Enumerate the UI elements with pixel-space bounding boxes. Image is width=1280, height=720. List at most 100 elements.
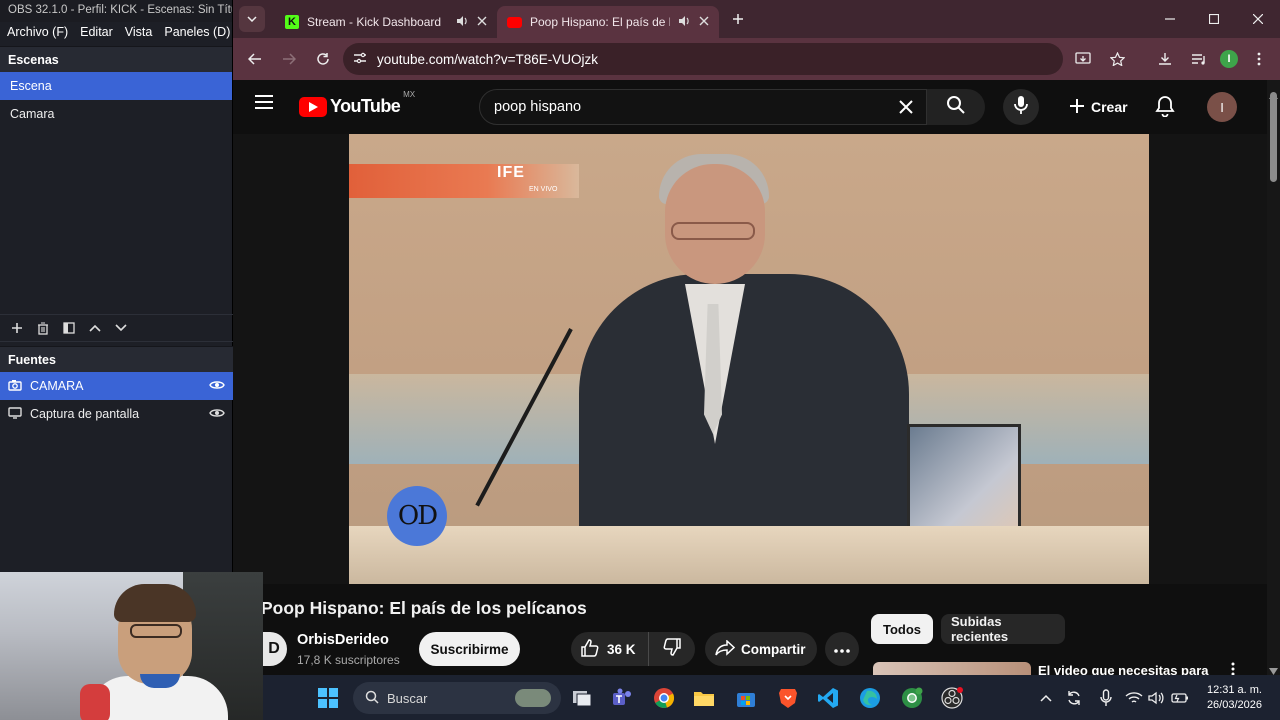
- obs-icon[interactable]: [939, 685, 965, 711]
- back-icon[interactable]: [241, 45, 269, 73]
- microphone-tray-icon[interactable]: [1093, 685, 1119, 711]
- task-view-icon[interactable]: [569, 685, 595, 711]
- clear-search-icon[interactable]: [896, 97, 916, 121]
- battery-icon[interactable]: [1167, 685, 1193, 711]
- window-controls: [1148, 0, 1280, 38]
- youtube-logo[interactable]: YouTube MX: [299, 90, 415, 117]
- minimize-icon[interactable]: [1148, 0, 1192, 38]
- video-title: Poop Hispano: El país de los pelícanos: [261, 598, 587, 618]
- bookmark-star-icon[interactable]: [1104, 45, 1130, 73]
- video-metadata: Poop Hispano: El país de los pelícanos D…: [233, 584, 1267, 675]
- subscribe-button[interactable]: Suscribirme: [419, 632, 520, 666]
- like-button[interactable]: 36 K: [571, 632, 649, 666]
- toolbar-actions: I: [1070, 45, 1272, 73]
- notifications-bell-icon[interactable]: [1155, 95, 1175, 122]
- create-button[interactable]: Crear: [1059, 89, 1138, 125]
- show-hidden-icons-icon[interactable]: [1033, 685, 1059, 711]
- address-bar[interactable]: youtube.com/watch?v=T86E-VUOjzk: [343, 43, 1063, 75]
- dislike-button[interactable]: [649, 632, 695, 666]
- scroll-down-icon[interactable]: [1269, 662, 1278, 675]
- filter-icon[interactable]: [60, 319, 78, 337]
- share-button[interactable]: Compartir: [705, 632, 817, 666]
- install-app-icon[interactable]: [1070, 45, 1096, 73]
- chip-todos[interactable]: Todos: [871, 614, 933, 644]
- tab-youtube-video[interactable]: Poop Hispano: El país de los pelícanos: [497, 6, 719, 38]
- channel-name[interactable]: OrbisDerideo: [297, 632, 389, 648]
- add-scene-icon[interactable]: [8, 319, 26, 337]
- eye-icon[interactable]: [209, 379, 225, 393]
- monitor-icon: [8, 406, 22, 422]
- new-tab-button[interactable]: [725, 6, 751, 32]
- menu-vista[interactable]: Vista: [125, 25, 153, 43]
- vscode-icon[interactable]: [815, 685, 841, 711]
- site-info-icon[interactable]: [353, 52, 367, 67]
- search-value: poop hispano: [494, 99, 582, 115]
- channel-avatar[interactable]: D: [261, 632, 287, 666]
- search-button[interactable]: [927, 89, 985, 125]
- chevron-up-icon[interactable]: [86, 319, 104, 337]
- more-vertical-icon[interactable]: [1231, 662, 1235, 675]
- video-frame[interactable]: IFE EN VIVO OD: [349, 134, 1149, 584]
- taskbar-search-placeholder: Buscar: [387, 690, 428, 706]
- teams-icon[interactable]: [609, 685, 635, 711]
- scene-item-escena[interactable]: Escena: [0, 72, 232, 100]
- reload-icon[interactable]: [309, 45, 337, 73]
- recommended-title[interactable]: El video que necesitas para: [1038, 663, 1209, 675]
- voice-search-button[interactable]: [1003, 89, 1039, 125]
- scene-item-camara[interactable]: Camara: [0, 100, 232, 128]
- youtube-page: YouTube MX poop hispano Crear I IFE EN V…: [233, 80, 1267, 675]
- source-item-captura[interactable]: Captura de pantalla: [0, 400, 233, 428]
- menu-archivo[interactable]: Archivo (F): [7, 25, 68, 43]
- chrome-icon[interactable]: [651, 685, 677, 711]
- forward-icon[interactable]: [275, 45, 303, 73]
- webcam-overlay: [0, 572, 263, 720]
- recommended-thumbnail[interactable]: [873, 662, 1031, 675]
- browser-toolbar: youtube.com/watch?v=T86E-VUOjzk I: [233, 38, 1280, 80]
- taskbar-search[interactable]: Buscar: [353, 682, 561, 714]
- edge-icon[interactable]: [857, 685, 883, 711]
- sources-dock: Fuentes CAMARA Captura de pantalla: [0, 346, 233, 428]
- search-input[interactable]: poop hispano: [479, 89, 927, 125]
- thumbs-down-icon: [663, 637, 681, 661]
- chrome-active-icon[interactable]: [899, 685, 925, 711]
- chevron-down-icon[interactable]: [112, 319, 130, 337]
- speaker-glasses: [671, 222, 755, 240]
- file-explorer-icon[interactable]: [691, 685, 717, 711]
- close-window-icon[interactable]: [1236, 0, 1280, 38]
- chip-subidas-recientes[interactable]: Subidas recientes: [941, 614, 1065, 644]
- speaker-icon[interactable]: [456, 15, 469, 30]
- close-icon[interactable]: [699, 15, 709, 29]
- microsoft-store-icon[interactable]: [733, 685, 759, 711]
- more-actions-button[interactable]: [825, 632, 859, 666]
- tab-search-button[interactable]: [239, 6, 265, 32]
- media-control-icon[interactable]: [1186, 45, 1212, 73]
- scroll-thumb[interactable]: [1270, 92, 1277, 182]
- hamburger-menu-icon[interactable]: [255, 95, 279, 119]
- share-label: Compartir: [741, 641, 806, 657]
- menu-editar[interactable]: Editar: [80, 25, 113, 43]
- menu-paneles[interactable]: Paneles (D): [164, 25, 230, 43]
- windows-start-icon[interactable]: [315, 685, 341, 711]
- menu-dots-icon[interactable]: [1246, 45, 1272, 73]
- clock[interactable]: 12:31 a. m. 26/03/2026: [1207, 683, 1262, 713]
- maximize-icon[interactable]: [1192, 0, 1236, 38]
- source-label: Captura de pantalla: [30, 407, 140, 421]
- account-avatar[interactable]: I: [1207, 92, 1237, 122]
- profile-avatar[interactable]: I: [1220, 50, 1238, 68]
- brave-icon[interactable]: [775, 685, 801, 711]
- search-icon: [946, 95, 966, 120]
- toolbar-spacer: [1138, 45, 1144, 73]
- volume-icon[interactable]: [1143, 685, 1169, 711]
- download-icon[interactable]: [1152, 45, 1178, 73]
- page-scrollbar[interactable]: [1267, 80, 1280, 675]
- sync-icon[interactable]: [1061, 685, 1087, 711]
- obs-menu-bar: Archivo (F) Editar Vista Paneles (D): [0, 22, 232, 46]
- source-item-camara[interactable]: CAMARA: [0, 372, 233, 400]
- tab-kick-dashboard[interactable]: K Stream - Kick Dashboard: [275, 6, 497, 38]
- close-icon[interactable]: [477, 15, 487, 29]
- speaker-icon[interactable]: [678, 15, 691, 30]
- eye-icon[interactable]: [209, 407, 225, 421]
- video-player[interactable]: IFE EN VIVO OD: [233, 134, 1267, 584]
- country-code: MX: [403, 90, 416, 99]
- trash-icon[interactable]: [34, 319, 52, 337]
